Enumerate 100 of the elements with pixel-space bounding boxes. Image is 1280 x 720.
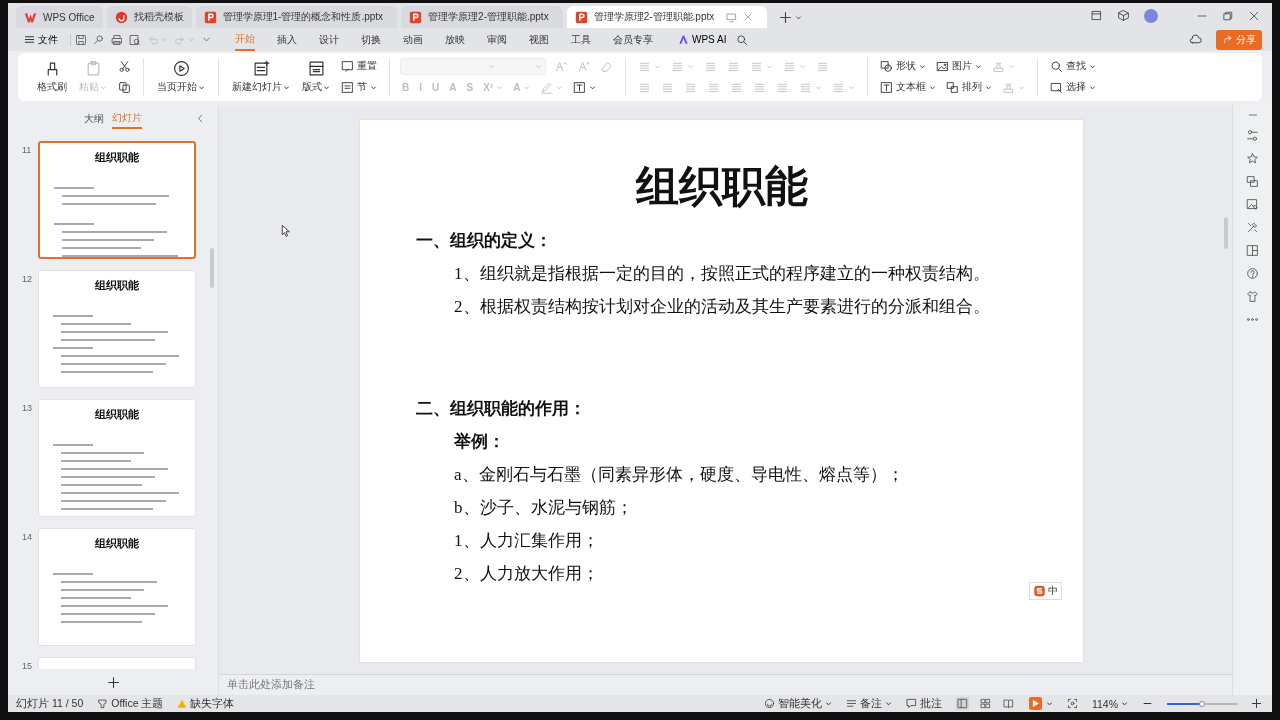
plus-icon[interactable] [1251,698,1262,709]
close-icon[interactable] [1248,9,1260,22]
slide-thumbnail[interactable]: 组织职能 [38,528,196,646]
panels-icon[interactable] [1246,244,1259,257]
scissors-icon [118,60,131,73]
caret-icon [1089,84,1096,91]
slide-title: 组织职能 [634,160,809,213]
plus-icon[interactable] [106,675,120,689]
beautify-button[interactable]: 智能美化 [763,696,832,711]
slideshow-button[interactable] [1028,697,1042,710]
toolbar-button[interactable]: 重置 [339,58,379,75]
scrollbar[interactable] [1224,217,1228,249]
save-icon[interactable] [75,33,87,46]
input-method-indicator[interactable]: 中 [1029,582,1062,600]
notes-placeholder[interactable]: 单击此处添加备注 [227,678,315,692]
ribbon-tab[interactable]: 动画 [403,29,423,50]
document-tab[interactable]: 找稻壳模板 [106,6,192,28]
toolbar-button[interactable]: 版式 [299,57,333,97]
tools-icon[interactable] [1246,221,1259,234]
stamp-icon [992,60,1005,73]
list-item: 1、组织就是指根据一定的目的，按照正式的程序建立的一种权责结构。 [453,263,991,285]
text-size-icon [577,60,590,73]
scrollbar[interactable] [210,248,214,288]
view-button[interactable] [978,697,992,710]
ribbon-tab[interactable]: 插入 [277,29,297,50]
zoom-slider[interactable] [1167,702,1202,705]
fit-window-icon[interactable] [1066,698,1078,709]
shapes-icon [880,60,893,73]
star-icon[interactable] [1246,152,1259,165]
search-icon[interactable] [736,33,749,46]
toolbar-button[interactable]: 文本框 [878,79,938,96]
lines-icon [750,60,763,73]
printer-icon[interactable] [111,33,123,46]
close-icon[interactable] [743,11,754,22]
ribbon-tab[interactable]: 放映 [445,29,465,50]
caret-icon [100,84,107,91]
toolbar-button[interactable]: 新建幻灯片 [229,57,293,97]
slide-number: 11 [21,144,33,157]
ribbon-tab[interactable]: 设计 [319,29,339,50]
sliders-icon[interactable] [1246,129,1259,142]
zoom-level[interactable]: 114% [1091,697,1128,710]
ribbon-tab[interactable]: 审阅 [487,29,507,50]
slide-thumbnail[interactable]: 组织职能 [38,270,196,388]
cloud-icon[interactable] [1189,33,1202,46]
tool-button[interactable] [116,79,133,96]
zoom-slider-track[interactable] [1167,702,1237,705]
caret-icon [795,13,803,21]
help-icon[interactable] [1246,267,1259,280]
restore-icon[interactable] [1222,9,1234,22]
caret-icon [799,63,806,70]
presentation-file-icon [203,10,217,24]
screens-icon[interactable] [1246,175,1259,188]
notes-button[interactable]: 备注 [845,696,892,711]
caret-icon [985,84,992,91]
shirt-icon[interactable] [1246,290,1259,303]
theme-name[interactable]: Office 主题 [97,696,164,711]
caret-icon [824,700,832,707]
view-button[interactable] [955,697,969,710]
cube-icon[interactable] [1117,9,1130,22]
toolbar-button[interactable]: 排列 [944,79,994,96]
toolbar-button[interactable]: 图片 [934,58,984,75]
caret-icon [1121,700,1128,707]
toolbar-button[interactable]: 形状 [878,58,928,75]
slide-thumbnail[interactable]: 组织职能 [38,399,196,517]
slide-canvas[interactable]: 组织职能 一、组织的定义： 1、组织就是指根据一定的目的，按照正式的程序建立的一种权责结构。 2、根据权责结构按计划对企业的活动及其生产要素进行的分派和组合。 二、组织职能的作用： 举例： a、金刚石与石墨（同素异形体，硬度、导电性、熔点等）； b、沙子、水泥与钢筋； 1、人力汇集作用； 2、人力放大作用； 中 [360,120,1083,662]
document-tab[interactable]: 管理学原理2-管理职能.pptx [401,6,563,28]
lines-icon [776,81,789,94]
tool-button[interactable] [116,58,133,75]
ai-button[interactable]: WPS AI [672,33,733,46]
toolbar-button[interactable]: 节 [339,79,379,96]
image-icon [936,60,949,73]
list-item: b、沙子、水泥与钢筋； [453,497,634,519]
toolbar-button[interactable]: 查找 [1048,58,1098,75]
avatar[interactable] [1144,8,1158,23]
toolbar-button[interactable]: 当页开始 [154,57,208,97]
ribbon-tab[interactable]: 视图 [529,29,549,50]
preview-icon[interactable] [129,33,141,46]
plus-icon[interactable] [779,10,793,24]
missing-fonts-button[interactable]: 缺失字体 [177,696,235,711]
ribbon-tab[interactable]: 工具 [571,29,591,50]
panel-tab[interactable]: 大纲 [84,110,104,128]
toolbar-button[interactable]: 选择 [1048,79,1098,96]
text-box-icon [880,81,893,94]
image-edit-icon[interactable] [1246,198,1259,211]
lines-icon [671,60,684,73]
file-menu[interactable]: 文件 [20,32,62,47]
document-tab[interactable]: 管理学原理1-管理的概念和性质.pptx [195,6,398,28]
slide-thumbnail[interactable]: 组织职能 [38,141,196,259]
ribbon-tab[interactable]: 会员专享 [613,29,653,50]
ribbon-tab[interactable]: 切换 [361,29,381,50]
caret-icon [523,84,531,91]
comments-button[interactable]: 批注 [905,696,942,711]
template-icon [114,10,128,24]
toolbar-button[interactable]: 格式刷 [34,57,70,97]
window-icon[interactable] [1090,9,1103,22]
lines-icon [730,81,743,94]
document-tab[interactable]: WPS Office [16,6,103,28]
view-button[interactable] [1001,697,1015,710]
section-heading: 二、组织职能的作用： [416,398,587,420]
document-tab[interactable]: 管理学原理2-管理职能.pptx [566,6,768,28]
